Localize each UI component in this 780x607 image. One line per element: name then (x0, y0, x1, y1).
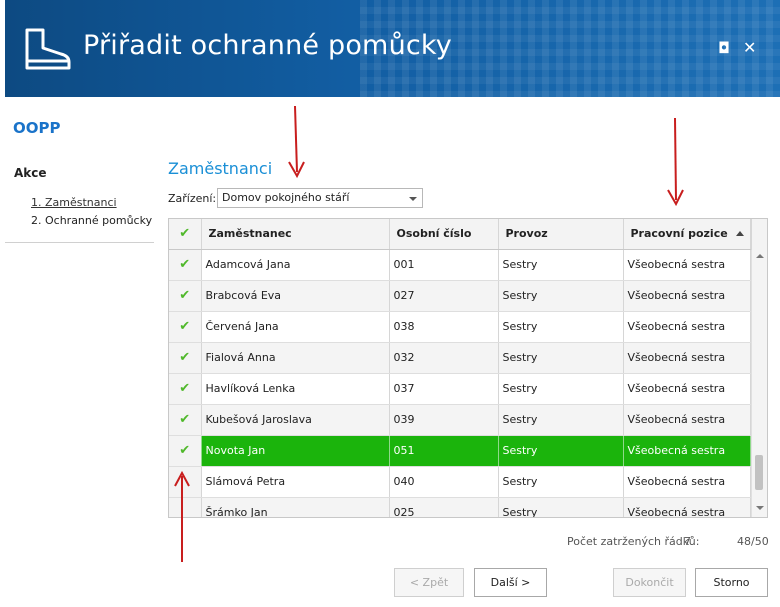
table-row[interactable]: ✔ Adamcová Jana 001 Sestry Všeobecná ses… (169, 249, 751, 281)
checked-rows-count: 7 (684, 535, 691, 548)
sidebar-step-employees[interactable]: 1. Zaměstnanci (31, 196, 117, 209)
device-label: Zařízení: (168, 192, 217, 205)
cell-job-position: Všeobecná sestra (623, 497, 751, 517)
finish-button[interactable]: Dokončit (613, 568, 686, 597)
row-check-icon[interactable]: ✔ (169, 373, 202, 405)
cell-operation: Sestry (498, 404, 624, 436)
annotation-arrow-device (288, 105, 305, 179)
close-icon[interactable]: ✕ (743, 39, 756, 57)
cell-employee: Novota Jan (201, 435, 390, 467)
device-select[interactable]: Domov pokojného stáří (217, 188, 423, 208)
sort-ascending-icon (735, 231, 744, 237)
employees-grid: ✔ Zaměstnanec Osobní číslo Provoz Pracov… (168, 218, 768, 518)
cell-job-position: Všeobecná sestra (623, 404, 751, 436)
next-button[interactable]: Další > (474, 568, 547, 597)
cell-personal-number: 025 (389, 497, 499, 517)
cell-personal-number: 001 (389, 249, 499, 281)
row-check-icon[interactable]: ✔ (169, 311, 202, 343)
sidebar-section-label: Akce (14, 166, 47, 180)
cell-employee: Fialová Anna (201, 342, 390, 374)
row-check-icon[interactable]: ✔ (169, 249, 202, 281)
table-row[interactable]: ✔ Fialová Anna 032 Sestry Všeobecná sest… (169, 342, 751, 374)
boot-icon (25, 28, 71, 70)
chevron-down-icon (409, 197, 417, 201)
cell-personal-number: 051 (389, 435, 499, 467)
cancel-button[interactable]: Storno (695, 568, 768, 597)
app-title: OOPP (13, 119, 61, 137)
cell-employee: Havlíková Lenka (201, 373, 390, 405)
cell-operation: Sestry (498, 373, 624, 405)
table-row[interactable]: ✔ Červená Jana 038 Sestry Všeobecná sest… (169, 311, 751, 343)
cell-personal-number: 038 (389, 311, 499, 343)
column-header-operation[interactable]: Provoz (498, 219, 624, 250)
cell-operation: Sestry (498, 249, 624, 281)
table-header-row: ✔ Zaměstnanec Osobní číslo Provoz Pracov… (169, 219, 751, 250)
grid-header-corner (751, 219, 767, 250)
cell-job-position: Všeobecná sestra (623, 435, 751, 467)
cell-personal-number: 039 (389, 404, 499, 436)
cell-operation: Sestry (498, 311, 624, 343)
table-row[interactable]: Slámová Petra 040 Sestry Všeobecná sestr… (169, 466, 751, 498)
cell-job-position: Všeobecná sestra (623, 342, 751, 374)
row-check-icon[interactable]: ✔ (169, 342, 202, 374)
sidebar-divider (5, 242, 154, 243)
back-button[interactable]: < Zpět (394, 568, 464, 597)
table-row[interactable]: Šrámko Jan 025 Sestry Všeobecná sestra (169, 497, 751, 517)
cell-operation: Sestry (498, 497, 624, 517)
cell-employee: Červená Jana (201, 311, 390, 343)
check-all-icon[interactable]: ✔ (169, 219, 202, 250)
table-row[interactable]: ✔ Brabcová Eva 027 Sestry Všeobecná sest… (169, 280, 751, 312)
cell-employee: Adamcová Jana (201, 249, 390, 281)
column-header-job-position[interactable]: Pracovní pozice (623, 219, 751, 250)
cell-employee: Šrámko Jan (201, 497, 390, 517)
cell-operation: Sestry (498, 435, 624, 467)
cell-employee: Brabcová Eva (201, 280, 390, 312)
cell-personal-number: 037 (389, 373, 499, 405)
column-header-employee[interactable]: Zaměstnanec (201, 219, 390, 250)
sidebar-step-protective-aids[interactable]: 2. Ochranné pomůcky (31, 214, 152, 227)
row-ratio: 48/50 (737, 535, 769, 548)
window-title: Přiřadit ochranné pomůcky (83, 30, 452, 61)
cell-personal-number: 040 (389, 466, 499, 498)
cell-personal-number: 027 (389, 280, 499, 312)
cell-job-position: Všeobecná sestra (623, 280, 751, 312)
cell-personal-number: 032 (389, 342, 499, 374)
cell-operation: Sestry (498, 342, 624, 374)
row-check-icon[interactable]: ✔ (169, 435, 202, 467)
cell-operation: Sestry (498, 280, 624, 312)
checked-rows-label: Počet zatržených řádků: (567, 535, 700, 548)
cell-operation: Sestry (498, 466, 624, 498)
table-row-selected[interactable]: ✔ Novota Jan 051 Sestry Všeobecná sestra (169, 435, 751, 467)
cell-job-position: Všeobecná sestra (623, 311, 751, 343)
row-check-icon[interactable]: ✔ (169, 280, 202, 312)
cell-job-position: Všeobecná sestra (623, 373, 751, 405)
grid-vertical-scrollbar[interactable] (751, 250, 767, 517)
table-row[interactable]: ✔ Havlíková Lenka 037 Sestry Všeobecná s… (169, 373, 751, 405)
row-check-icon[interactable]: ✔ (169, 404, 202, 436)
cell-employee: Slámová Petra (201, 466, 390, 498)
window-header: Přiřadit ochranné pomůcky ◘ ✕ (5, 0, 780, 97)
cell-employee: Kubešová Jaroslava (201, 404, 390, 436)
employees-table: ✔ Zaměstnanec Osobní číslo Provoz Pracov… (169, 219, 751, 517)
cell-job-position: Všeobecná sestra (623, 249, 751, 281)
section-title: Zaměstnanci (168, 159, 273, 178)
cell-job-position: Všeobecná sestra (623, 466, 751, 498)
scroll-thumb[interactable] (755, 455, 763, 490)
annotation-arrow-check (174, 470, 190, 562)
annotation-arrow-position (667, 117, 684, 206)
column-header-job-position-label: Pracovní pozice (630, 227, 728, 241)
column-header-personal-number[interactable]: Osobní číslo (389, 219, 499, 250)
table-row[interactable]: ✔ Kubešová Jaroslava 039 Sestry Všeobecn… (169, 404, 751, 436)
maximize-icon[interactable]: ◘ (718, 39, 730, 57)
scroll-up-icon[interactable] (756, 254, 764, 258)
scroll-down-icon[interactable] (756, 506, 764, 510)
device-select-value: Domov pokojného stáří (222, 191, 350, 204)
